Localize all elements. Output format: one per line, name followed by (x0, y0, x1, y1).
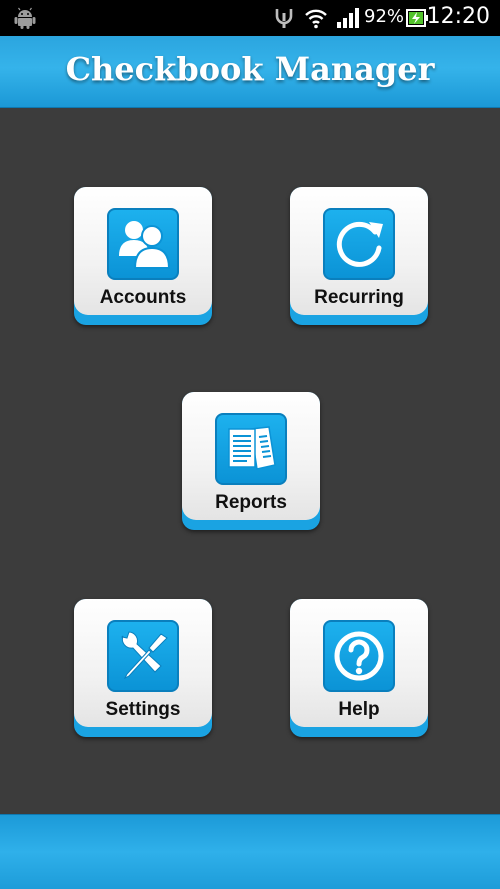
accounts-label: Accounts (99, 287, 187, 308)
help-icon (323, 620, 395, 692)
settings-label: Settings (105, 699, 181, 720)
wifi-icon (304, 7, 328, 33)
app-title: Checkbook Manager (65, 50, 435, 88)
usb-icon (274, 7, 294, 33)
signal-icon (337, 8, 359, 32)
help-button[interactable]: Help (290, 599, 428, 737)
help-label: Help (338, 699, 380, 720)
title-bar: Checkbook Manager (0, 36, 500, 108)
reports-button[interactable]: Reports (182, 392, 320, 530)
reports-icon (215, 413, 287, 485)
battery-charging-icon (406, 9, 428, 31)
battery-percent: 92% (364, 6, 405, 27)
bottom-bar (0, 814, 500, 889)
reports-label: Reports (215, 492, 287, 513)
accounts-button[interactable]: Accounts (74, 187, 212, 325)
android-icon (14, 7, 36, 33)
accounts-icon (107, 208, 179, 280)
status-clock: 12:20 (426, 4, 490, 29)
recurring-label: Recurring (314, 287, 404, 308)
recurring-button[interactable]: Recurring (290, 187, 428, 325)
recurring-icon (323, 208, 395, 280)
settings-icon (107, 620, 179, 692)
status-bar: 92% 12:20 (0, 0, 500, 36)
settings-button[interactable]: Settings (74, 599, 212, 737)
